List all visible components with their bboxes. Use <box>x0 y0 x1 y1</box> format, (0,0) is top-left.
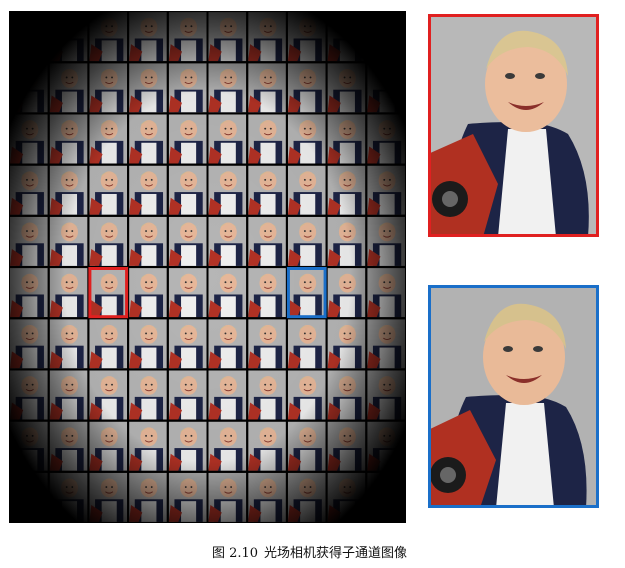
figure-caption: 图 2.10 光场相机获得子通道图像 <box>0 542 625 561</box>
sub-aperture-view-red <box>428 14 599 237</box>
caption-text: 光场相机获得子通道图像 <box>264 546 408 561</box>
overalls <box>496 403 554 508</box>
sub-aperture-view-blue <box>428 285 599 508</box>
vignette-overlay <box>9 11 406 523</box>
overalls <box>498 129 556 237</box>
light-field-mosaic <box>9 11 406 523</box>
caption-label: 图 2.10 <box>211 546 259 561</box>
